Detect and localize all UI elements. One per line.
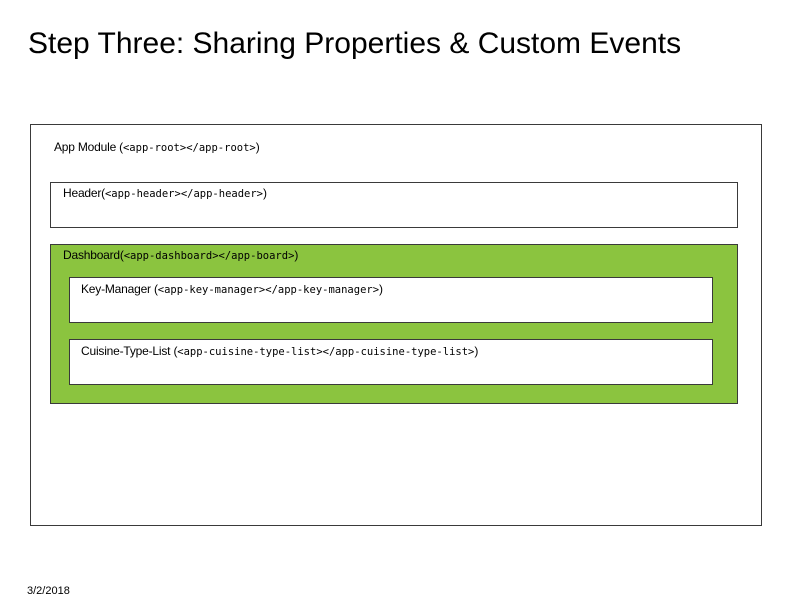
dashboard-tag: <app-dashboard></app-board>	[123, 250, 295, 262]
slide-title: Step Three: Sharing Properties & Custom …	[28, 27, 682, 60]
dashboard-suffix: )	[294, 248, 299, 262]
header-component-label: Header(<app-header></app-header>)	[63, 186, 267, 201]
app-module-tag: <app-root></app-root>	[122, 142, 256, 154]
app-module-prefix: (	[116, 140, 123, 154]
footer-date: 3/2/2018	[27, 585, 70, 597]
cuisine-type-list-name: Cuisine-Type-List	[81, 344, 171, 358]
key-manager-component-box: Key-Manager (<app-key-manager></app-key-…	[69, 277, 713, 323]
key-manager-component-label: Key-Manager (<app-key-manager></app-key-…	[81, 282, 383, 297]
header-suffix: )	[263, 186, 267, 200]
key-manager-suffix: )	[379, 282, 383, 296]
cuisine-type-list-component-box: Cuisine-Type-List (<app-cuisine-type-lis…	[69, 339, 713, 385]
dashboard-name: Dashboard	[63, 248, 120, 262]
key-manager-tag: <app-key-manager></app-key-manager>	[157, 284, 380, 296]
cuisine-type-list-component-label: Cuisine-Type-List (<app-cuisine-type-lis…	[81, 344, 478, 359]
app-module-name: App Module	[54, 140, 117, 154]
header-component-box: Header(<app-header></app-header>)	[50, 182, 738, 228]
header-tag: <app-header></app-header>	[104, 188, 264, 200]
key-manager-name: Key-Manager	[81, 282, 151, 296]
app-module-suffix: )	[255, 140, 260, 154]
key-manager-prefix: (	[150, 282, 158, 296]
dashboard-component-label: Dashboard(<app-dashboard></app-board>)	[63, 248, 298, 263]
header-name: Header	[63, 186, 102, 200]
app-module-label: App Module (<app-root></app-root>)	[54, 140, 260, 155]
cuisine-type-list-tag: <app-cuisine-type-list></app-cuisine-typ…	[177, 346, 475, 358]
cuisine-type-list-suffix: )	[474, 344, 479, 358]
